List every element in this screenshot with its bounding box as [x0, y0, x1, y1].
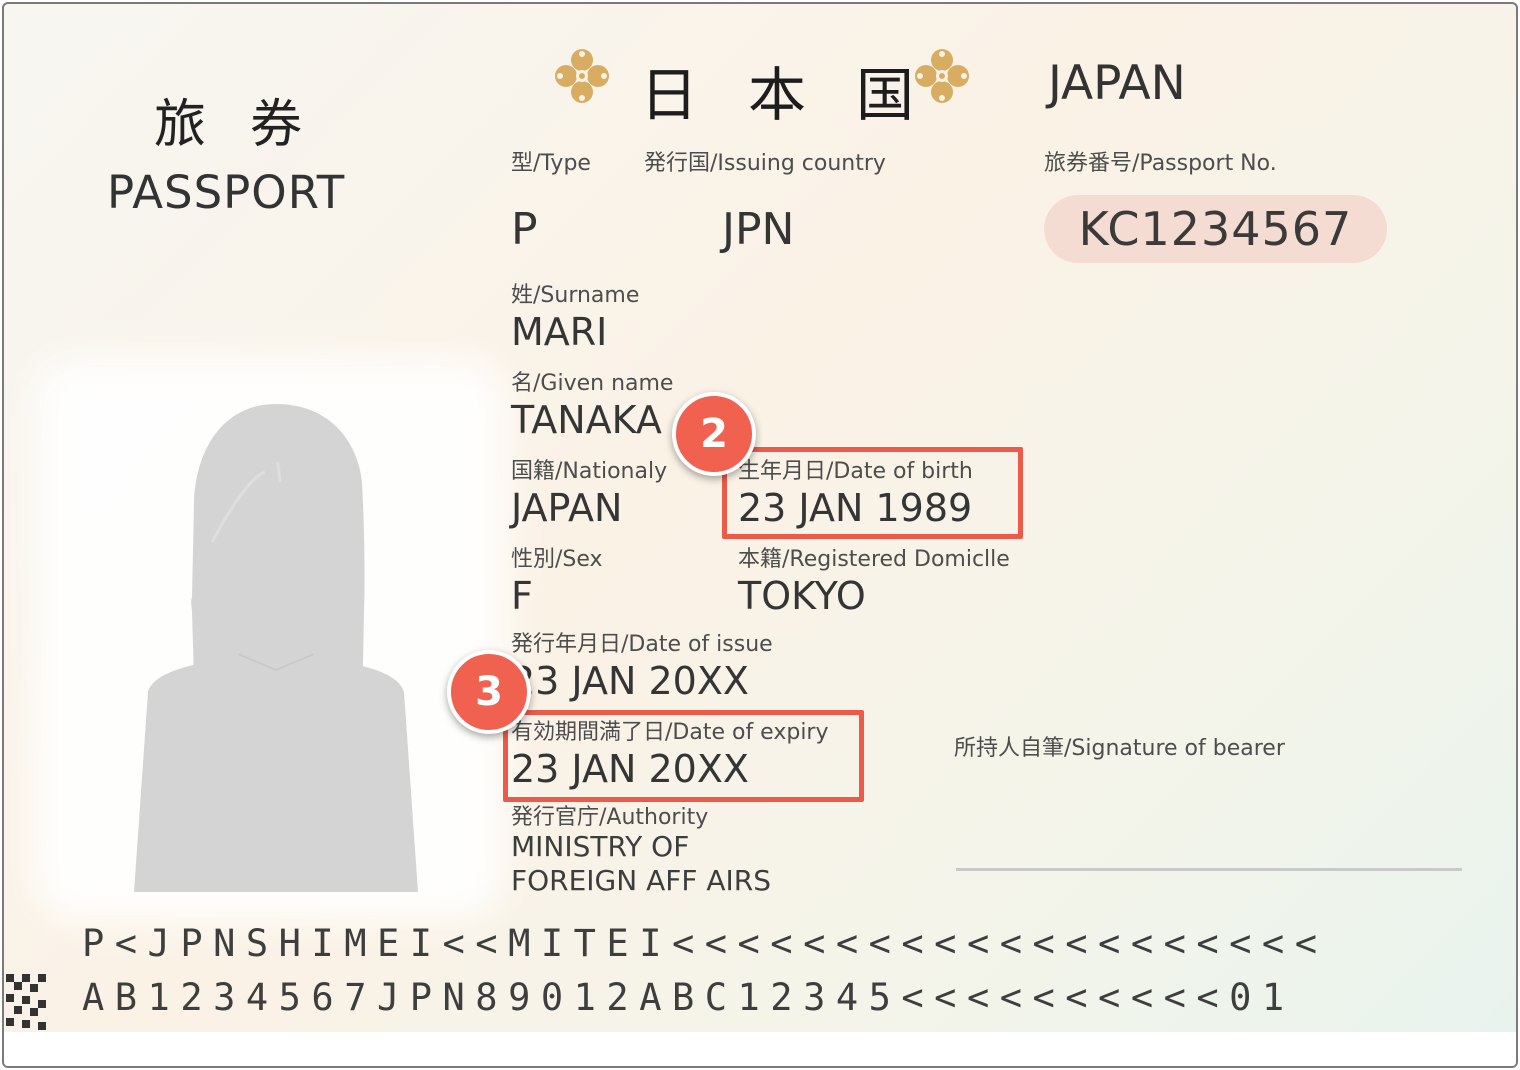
mrz-line-2: AB1234567JPN89012ABC12345<<<<<<<<<<01 [82, 976, 1295, 1019]
given-name-value: TANAKA [511, 398, 662, 442]
authority-label: 発行官庁/Authority [511, 805, 709, 830]
surname-label: 姓/Surname [511, 283, 640, 308]
type-value: P [511, 204, 538, 255]
person-silhouette-icon [134, 404, 418, 892]
qr-code-icon [6, 974, 46, 1030]
sex-label: 性別/Sex [511, 547, 603, 572]
authority-value-line1: MINISTRY OF [511, 830, 690, 863]
date-of-expiry-highlight [503, 710, 864, 802]
signature-line [956, 868, 1462, 871]
passport-number-value: KC1234567 [1044, 195, 1387, 263]
signature-label: 所持人自筆/Signature of bearer [954, 736, 1285, 761]
date-of-birth-highlight [722, 447, 1023, 539]
annotation-badge-3: 3 [447, 650, 531, 734]
paulownia-flower-emblem-icon [915, 49, 969, 103]
paulownia-flower-emblem-icon [555, 49, 609, 103]
nationality-label: 国籍/Nationaly [511, 459, 668, 484]
issuing-country-label: 発行国/Issuing country [644, 151, 886, 176]
date-of-issue-label: 発行年月日/Date of issue [511, 632, 773, 657]
given-name-label: 名/Given name [511, 371, 674, 396]
nationality-value: JAPAN [511, 486, 623, 530]
passport-number-label: 旅券番号/Passport No. [1044, 151, 1277, 176]
bottom-margin [4, 1032, 1516, 1066]
authority-value-line2: FOREIGN AFF AIRS [511, 864, 771, 897]
country-name-en: JAPAN [1048, 56, 1186, 111]
type-label: 型/Type [511, 151, 591, 176]
passport-page: 旅券 PASSPORT 日本国 JAPAN 型/Type 発行国/Issuing… [2, 2, 1518, 1068]
date-of-issue-value: 23 JAN 20XX [511, 659, 749, 703]
annotation-badge-2: 2 [672, 392, 756, 476]
issuing-country-value: JPN [722, 204, 795, 255]
passport-title-jp: 旅券 [154, 95, 347, 155]
registered-domicile-value: TOKYO [738, 574, 866, 618]
registered-domicile-label: 本籍/Registered Domiclle [738, 547, 1010, 572]
mrz-line-1: P<JPNSHIMEI<<MITEI<<<<<<<<<<<<<<<<<<<< [82, 922, 1328, 965]
surname-value: MARI [511, 310, 608, 354]
sex-value: F [511, 574, 533, 618]
passport-title-en: PASSPORT [107, 166, 346, 219]
